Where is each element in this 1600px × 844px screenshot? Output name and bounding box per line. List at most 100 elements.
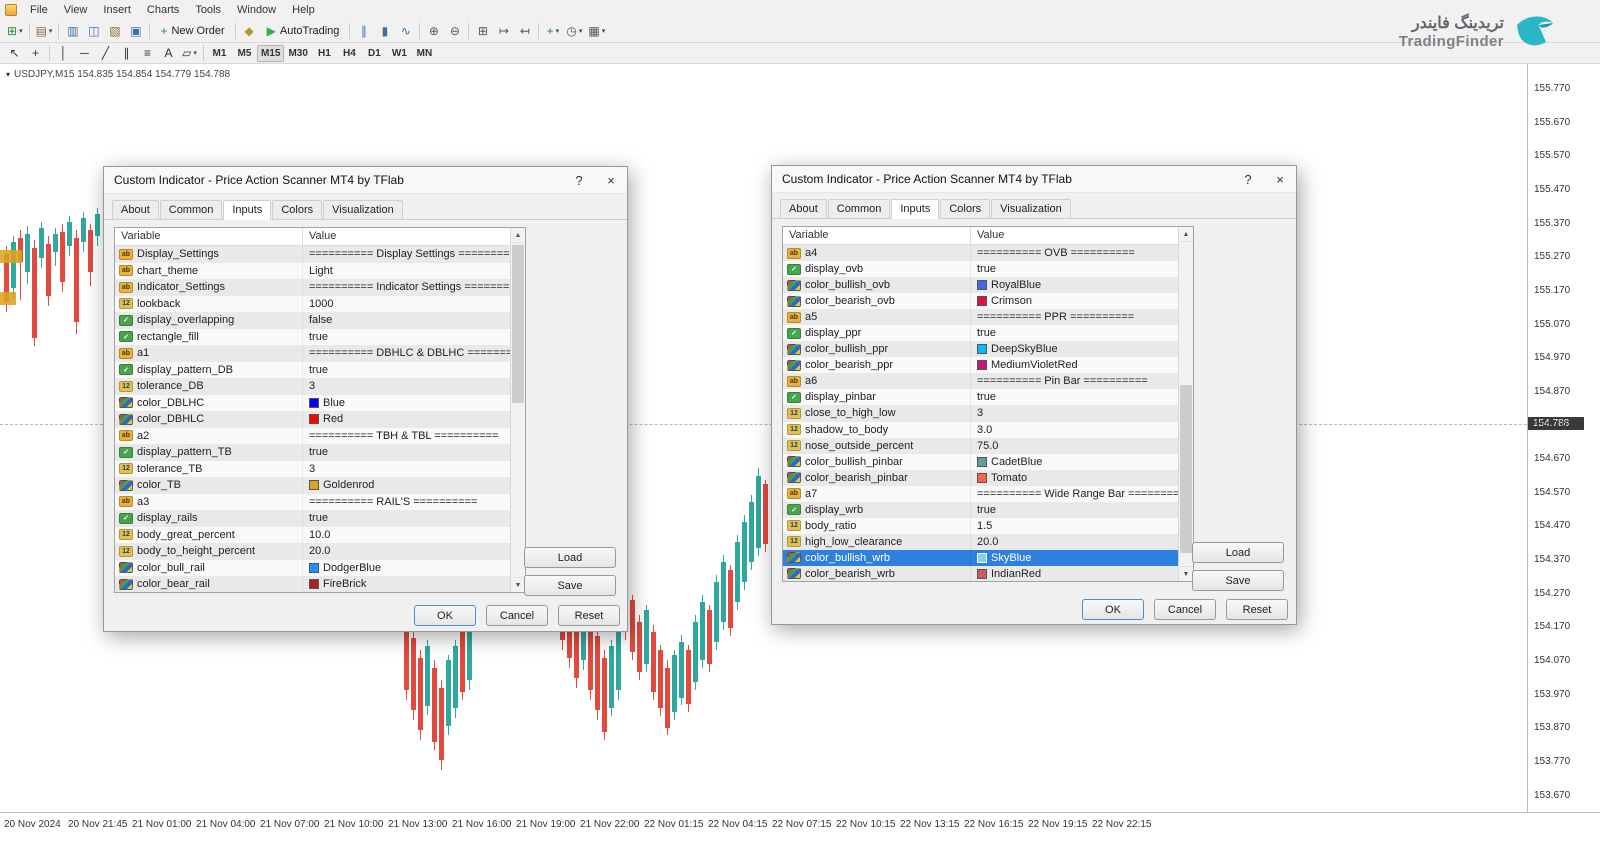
param-value[interactable]: ========== Display Settings ========== — [303, 246, 510, 263]
param-row-display_pattern_DB[interactable]: ✓display_pattern_DBtrue — [115, 362, 510, 379]
param-value[interactable]: true — [303, 510, 510, 527]
chart-shift-button[interactable]: ↤ — [514, 21, 535, 40]
autoscroll-button[interactable]: ↦ — [493, 21, 514, 40]
bars-chart-button[interactable]: ∥ — [353, 21, 374, 40]
param-row-high_low_clearance[interactable]: 12high_low_clearance20.0 — [783, 534, 1178, 550]
menu-window[interactable]: Window — [229, 2, 284, 18]
param-value[interactable]: Blue — [303, 395, 510, 412]
scroll-down-icon[interactable]: ▼ — [511, 577, 525, 592]
param-value[interactable]: true — [303, 362, 510, 379]
menu-charts[interactable]: Charts — [139, 2, 187, 18]
param-row-a4[interactable]: aba4========== OVB ========== — [783, 245, 1178, 261]
param-row-display_ovb[interactable]: ✓display_ovbtrue — [783, 261, 1178, 277]
tab-visualization[interactable]: Visualization — [323, 200, 403, 219]
param-value[interactable]: DeepSkyBlue — [971, 341, 1178, 357]
timeframe-button-m15[interactable]: M15 — [257, 45, 284, 62]
param-row-tolerance_DB[interactable]: 12tolerance_DB3 — [115, 378, 510, 395]
param-value[interactable]: true — [971, 502, 1178, 518]
param-row-a2[interactable]: aba2========== TBH & TBL ========== — [115, 428, 510, 445]
menu-help[interactable]: Help — [284, 2, 323, 18]
timeframe-button-w1[interactable]: W1 — [387, 45, 412, 62]
param-row-display_wrb[interactable]: ✓display_wrbtrue — [783, 502, 1178, 518]
param-row-body_to_height_percent[interactable]: 12body_to_height_percent20.0 — [115, 543, 510, 560]
table-scrollbar[interactable]: ▲ ▼ — [1178, 227, 1193, 581]
param-row-color_bullish_wrb[interactable]: color_bullish_wrbSkyBlue — [783, 550, 1178, 566]
tab-inputs[interactable]: Inputs — [223, 200, 271, 220]
param-row-color_bearish_pinbar[interactable]: color_bearish_pinbarTomato — [783, 470, 1178, 486]
param-row-color_bull_rail[interactable]: color_bull_railDodgerBlue — [115, 560, 510, 577]
param-row-a6[interactable]: aba6========== Pin Bar ========== — [783, 373, 1178, 389]
data-window-button[interactable]: ◫ — [83, 21, 104, 40]
param-value[interactable]: 3 — [303, 461, 510, 478]
timeframe-button-m5[interactable]: M5 — [232, 45, 257, 62]
param-value[interactable]: Light — [303, 263, 510, 280]
dialog-titlebar[interactable]: Custom Indicator - Price Action Scanner … — [772, 166, 1296, 193]
column-value[interactable]: Value — [303, 228, 525, 245]
param-row-display_ppr[interactable]: ✓display_pprtrue — [783, 325, 1178, 341]
param-value[interactable]: ========== DBHLC & DBLHC ========== — [303, 345, 510, 362]
param-row-a3[interactable]: aba3========== RAIL'S ========== — [115, 494, 510, 511]
cursor-tool[interactable]: ↖ — [4, 44, 25, 63]
param-value[interactable]: Red — [303, 411, 510, 428]
profiles-button[interactable]: ▤▾ — [33, 21, 56, 40]
param-row-Indicator_Settings[interactable]: abIndicator_Settings========== Indicator… — [115, 279, 510, 296]
param-row-chart_theme[interactable]: abchart_themeLight — [115, 263, 510, 280]
param-row-lookback[interactable]: 12lookback1000 — [115, 296, 510, 313]
param-row-color_bullish_ppr[interactable]: color_bullish_pprDeepSkyBlue — [783, 341, 1178, 357]
terminal-button[interactable]: ▣ — [125, 21, 146, 40]
line-chart-button[interactable]: ∿ — [395, 21, 416, 40]
param-value[interactable]: Tomato — [971, 470, 1178, 486]
param-value[interactable]: true — [971, 325, 1178, 341]
cancel-button[interactable]: Cancel — [1154, 599, 1216, 620]
timeframe-button-h1[interactable]: H1 — [312, 45, 337, 62]
param-row-a5[interactable]: aba5========== PPR ========== — [783, 309, 1178, 325]
templates-button-caret-icon[interactable]: ▾ — [602, 27, 606, 35]
param-row-body_great_percent[interactable]: 12body_great_percent10.0 — [115, 527, 510, 544]
menu-file[interactable]: File — [22, 2, 56, 18]
param-value[interactable]: Crimson — [971, 293, 1178, 309]
param-value[interactable]: FireBrick — [303, 576, 510, 592]
param-row-display_pattern_TB[interactable]: ✓display_pattern_TBtrue — [115, 444, 510, 461]
arrows-tool[interactable]: ▱▾ — [179, 44, 200, 63]
param-value[interactable]: IndianRed — [971, 566, 1178, 581]
param-row-Display_Settings[interactable]: abDisplay_Settings========== Display Set… — [115, 246, 510, 263]
zoom-out-button[interactable]: ⊖ — [444, 21, 465, 40]
indicators-button[interactable]: +▾ — [542, 21, 563, 40]
param-value[interactable]: 75.0 — [971, 438, 1178, 454]
column-variable[interactable]: Variable — [783, 227, 971, 244]
market-watch-button[interactable]: ▥ — [62, 21, 83, 40]
tab-about[interactable]: About — [112, 200, 159, 219]
scroll-thumb[interactable] — [512, 245, 524, 403]
channel-tool[interactable]: ∥ — [116, 44, 137, 63]
tab-common[interactable]: Common — [828, 199, 891, 218]
param-row-tolerance_TB[interactable]: 12tolerance_TB3 — [115, 461, 510, 478]
param-value[interactable]: CadetBlue — [971, 454, 1178, 470]
param-row-a7[interactable]: aba7========== Wide Range Bar ========== — [783, 486, 1178, 502]
timeframe-button-mn[interactable]: MN — [412, 45, 437, 62]
horizontal-line-tool[interactable]: ─ — [74, 44, 95, 63]
candles-chart-button[interactable]: ▮ — [374, 21, 395, 40]
ok-button[interactable]: OK — [1082, 599, 1144, 620]
trendline-tool[interactable]: ╱ — [95, 44, 116, 63]
load-button[interactable]: Load — [524, 547, 616, 568]
param-value[interactable]: 3 — [971, 405, 1178, 421]
indicators-button-caret-icon[interactable]: ▾ — [556, 27, 560, 35]
timeframe-button-d1[interactable]: D1 — [362, 45, 387, 62]
scroll-thumb[interactable] — [1180, 385, 1192, 553]
menu-tools[interactable]: Tools — [187, 2, 229, 18]
param-row-color_bullish_pinbar[interactable]: color_bullish_pinbarCadetBlue — [783, 454, 1178, 470]
param-value[interactable]: 1000 — [303, 296, 510, 313]
param-value[interactable]: DodgerBlue — [303, 560, 510, 577]
table-scrollbar[interactable]: ▲ ▼ — [510, 228, 525, 592]
param-row-display_overlapping[interactable]: ✓display_overlappingfalse — [115, 312, 510, 329]
param-value[interactable]: 20.0 — [303, 543, 510, 560]
tile-windows-button[interactable]: ⊞ — [472, 21, 493, 40]
tab-about[interactable]: About — [780, 199, 827, 218]
param-value[interactable]: 3.0 — [971, 422, 1178, 438]
column-value[interactable]: Value — [971, 227, 1193, 244]
param-value[interactable]: Goldenrod — [303, 477, 510, 494]
param-value[interactable]: SkyBlue — [971, 550, 1178, 566]
param-value[interactable]: true — [971, 261, 1178, 277]
param-value[interactable]: true — [303, 444, 510, 461]
param-row-color_bullish_ovb[interactable]: color_bullish_ovbRoyalBlue — [783, 277, 1178, 293]
